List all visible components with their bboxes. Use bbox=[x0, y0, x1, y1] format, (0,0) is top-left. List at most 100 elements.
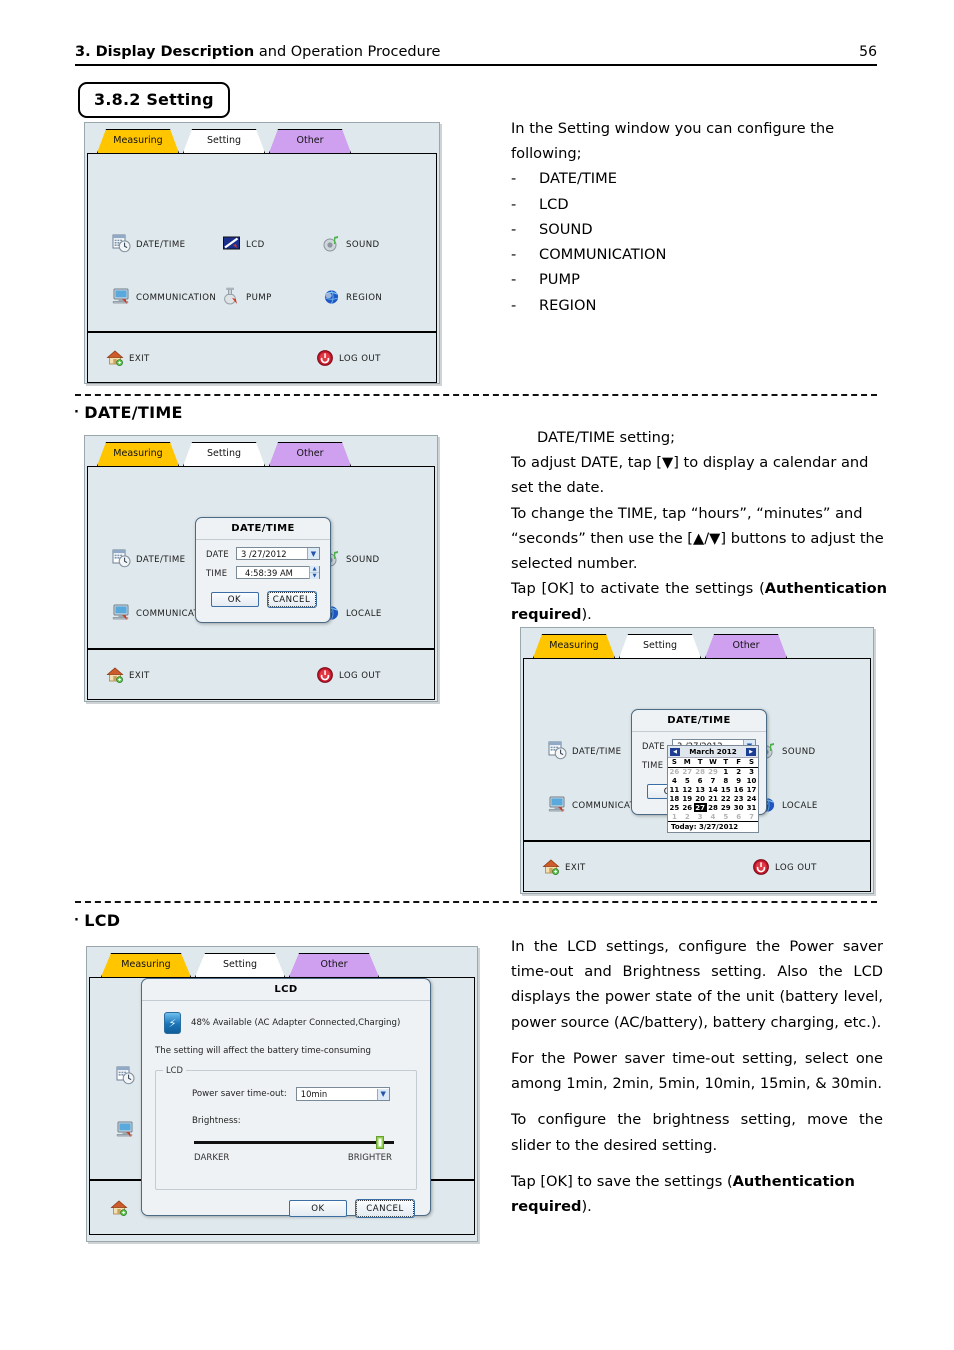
monitor-network-icon bbox=[548, 796, 565, 812]
calendar-day[interactable]: 16 bbox=[732, 785, 745, 794]
chevron-down-icon[interactable]: ▼ bbox=[307, 548, 319, 559]
calendar-day[interactable]: 18 bbox=[668, 794, 681, 803]
tab-other[interactable]: Other bbox=[705, 634, 787, 658]
calendar-day[interactable]: 27 bbox=[681, 767, 694, 776]
calendar-next-icon[interactable]: ▶ bbox=[746, 747, 756, 756]
tab-measuring[interactable]: Measuring bbox=[97, 129, 179, 153]
calendar-day[interactable]: 14 bbox=[707, 785, 720, 794]
menu-item-lcd[interactable]: LCD bbox=[222, 234, 265, 253]
footer-exit[interactable]: EXIT bbox=[106, 349, 150, 367]
tab-setting[interactable]: Setting bbox=[183, 129, 265, 153]
calendar-day[interactable]: 19 bbox=[681, 794, 694, 803]
tab-setting[interactable]: Setting bbox=[619, 634, 701, 658]
tab-setting[interactable]: Setting bbox=[195, 953, 285, 977]
calendar-header: ◀ March 2012 ▶ bbox=[668, 746, 758, 758]
calendar-day[interactable]: 25 bbox=[668, 803, 681, 812]
calendar-day[interactable]: 4 bbox=[707, 812, 720, 821]
calendar-day[interactable]: 17 bbox=[745, 785, 758, 794]
menu-item-communication[interactable]: COMMUNICATION bbox=[112, 287, 216, 306]
tab-other[interactable]: Other bbox=[289, 953, 379, 977]
menu-item-locale-label: LOCALE bbox=[346, 608, 382, 619]
menu-item-datetime[interactable]: DATE/TIME bbox=[112, 549, 185, 568]
menu-item-pump-label: PUMP bbox=[246, 292, 272, 303]
calendar-day[interactable]: 28 bbox=[707, 803, 720, 812]
calendar-day[interactable]: 23 bbox=[732, 794, 745, 803]
ok-button[interactable]: OK bbox=[289, 1200, 347, 1217]
chevron-down-icon[interactable]: ▼ bbox=[376, 1088, 389, 1100]
tab-other[interactable]: Other bbox=[269, 129, 351, 153]
calendar-day[interactable]: 2 bbox=[732, 767, 745, 776]
calendar-day[interactable]: 7 bbox=[745, 812, 758, 821]
calendar-today-label[interactable]: Today: 3/27/2012 bbox=[668, 821, 758, 832]
calendar-day[interactable]: 28 bbox=[694, 767, 707, 776]
ok-button[interactable]: OK bbox=[210, 592, 259, 607]
calendar-day[interactable]: 26 bbox=[681, 803, 694, 812]
footer-logout[interactable]: LOG OUT bbox=[316, 666, 381, 684]
calendar-day[interactable]: 30 bbox=[732, 803, 745, 812]
footer-exit[interactable]: EXIT bbox=[542, 858, 586, 876]
calendar-day[interactable]: 21 bbox=[707, 794, 720, 803]
calendar-day[interactable]: 13 bbox=[694, 785, 707, 794]
tab-measuring[interactable]: Measuring bbox=[97, 442, 179, 466]
calendar-day[interactable]: 11 bbox=[668, 785, 681, 794]
menu-item-communication[interactable] bbox=[116, 1120, 135, 1139]
calendar-day[interactable]: 20 bbox=[694, 794, 707, 803]
calendar-day[interactable]: 12 bbox=[681, 785, 694, 794]
footer-exit[interactable] bbox=[110, 1199, 128, 1217]
menu-item-sound[interactable]: SOUND bbox=[322, 234, 380, 253]
cancel-button[interactable]: CANCEL bbox=[266, 591, 317, 608]
menu-item-region[interactable]: REGION bbox=[322, 287, 382, 306]
menu-item-datetime[interactable]: DATE/TIME bbox=[112, 234, 185, 253]
menu-item-pump[interactable]: PUMP bbox=[222, 287, 272, 306]
footer-logout[interactable]: LOG OUT bbox=[752, 858, 817, 876]
date-input[interactable]: 3 /27/2012 ▼ bbox=[236, 547, 320, 560]
time-input[interactable]: 4:58:39 AM ▲ ▼ bbox=[236, 566, 320, 579]
footer-exit[interactable]: EXIT bbox=[106, 666, 150, 684]
calendar-day[interactable]: 3 bbox=[745, 767, 758, 776]
calendar-day[interactable]: 5 bbox=[681, 776, 694, 785]
calendar-day[interactable]: 29 bbox=[719, 803, 732, 812]
calendar-day[interactable]: 7 bbox=[707, 776, 720, 785]
tab-measuring[interactable]: Measuring bbox=[101, 953, 191, 977]
slider-track[interactable] bbox=[194, 1136, 394, 1149]
menu-item-communication[interactable]: COMMUNICAT bbox=[548, 795, 635, 814]
calendar-day[interactable]: 3 bbox=[694, 812, 707, 821]
menu-item-datetime[interactable]: DATE/TIME bbox=[548, 741, 621, 760]
calendar-day[interactable]: 4 bbox=[668, 776, 681, 785]
calendar-day[interactable]: 1 bbox=[668, 812, 681, 821]
tab-measuring[interactable]: Measuring bbox=[533, 634, 615, 658]
calendar-popup[interactable]: ◀ March 2012 ▶ S M T W T F S 26 27 28 29… bbox=[667, 745, 759, 833]
cancel-button[interactable]: CANCEL bbox=[355, 1199, 415, 1218]
calendar-day[interactable]: 31 bbox=[745, 803, 758, 812]
calendar-day[interactable]: 29 bbox=[707, 767, 720, 776]
time-spinner[interactable]: ▲ ▼ bbox=[309, 566, 319, 579]
calendar-day[interactable]: 15 bbox=[719, 785, 732, 794]
calendar-day[interactable]: 5 bbox=[719, 812, 732, 821]
power-saver-select[interactable]: 10min ▼ bbox=[295, 1087, 390, 1101]
calendar-day-selected[interactable]: 27 bbox=[693, 803, 707, 812]
calendar-day[interactable]: 6 bbox=[732, 812, 745, 821]
calendar-day[interactable]: 22 bbox=[719, 794, 732, 803]
calendar-day[interactable]: 8 bbox=[719, 776, 732, 785]
calendar-prev-icon[interactable]: ◀ bbox=[670, 747, 680, 756]
calendar-day[interactable]: 9 bbox=[732, 776, 745, 785]
calendar-day[interactable]: 26 bbox=[668, 767, 681, 776]
tab-measuring-label: Measuring bbox=[113, 448, 163, 459]
slider-thumb[interactable] bbox=[376, 1136, 384, 1149]
brightness-slider[interactable] bbox=[194, 1136, 394, 1149]
menu-item-datetime[interactable] bbox=[116, 1066, 135, 1085]
setting-intro-line2: following; bbox=[511, 145, 582, 163]
tab-other[interactable]: Other bbox=[269, 442, 351, 466]
footer-logout[interactable]: LOG OUT bbox=[316, 349, 381, 367]
list-dash: - bbox=[511, 195, 517, 213]
menu-item-communication[interactable]: COMMUNICAT bbox=[112, 603, 199, 622]
tab-other-label: Other bbox=[320, 959, 348, 970]
brightness-label: Brightness: bbox=[192, 1116, 241, 1126]
calendar-day[interactable]: 6 bbox=[694, 776, 707, 785]
calendar-day[interactable]: 2 bbox=[681, 812, 694, 821]
lcd-screen-capture: Measuring Setting Other LCD ⚡ 48% Availa… bbox=[86, 946, 478, 1242]
tab-setting[interactable]: Setting bbox=[183, 442, 265, 466]
calendar-day[interactable]: 10 bbox=[745, 776, 758, 785]
calendar-day[interactable]: 24 bbox=[745, 794, 758, 803]
calendar-day[interactable]: 1 bbox=[719, 767, 732, 776]
